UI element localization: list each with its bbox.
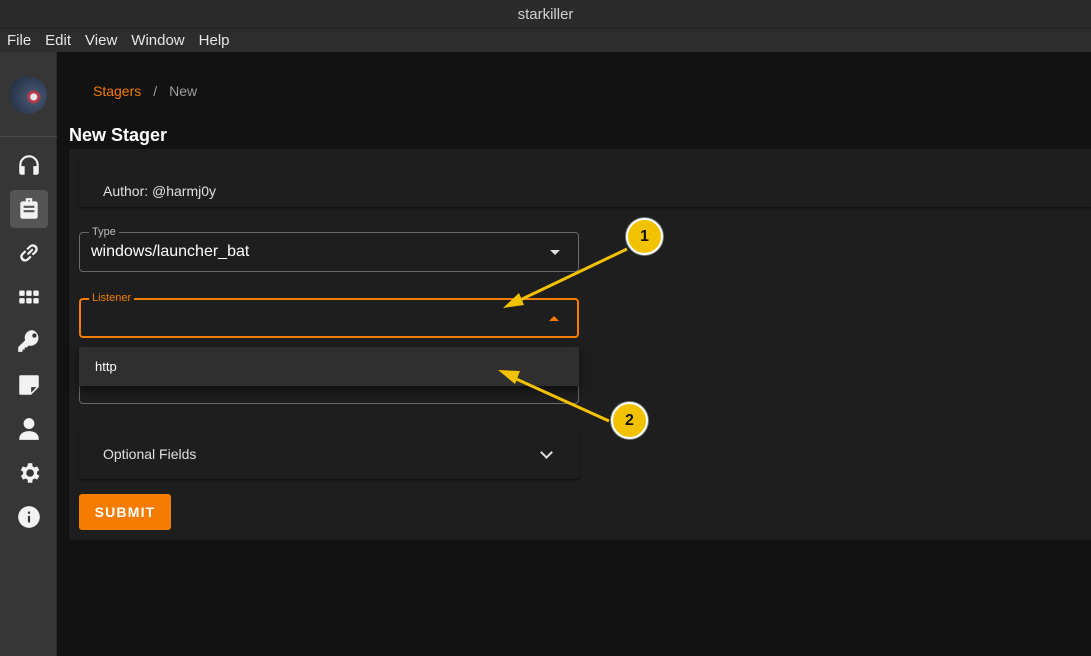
listener-select[interactable]: Listener: [79, 291, 579, 338]
menu-edit[interactable]: Edit: [45, 29, 71, 52]
sidebar-item-about[interactable]: [10, 498, 48, 536]
caret-up-icon: [549, 316, 559, 321]
breadcrumb-stagers-link[interactable]: Stagers: [93, 83, 141, 99]
type-select[interactable]: Type windows/launcher_bat: [79, 225, 579, 272]
sidebar-item-modules[interactable]: [10, 278, 48, 316]
sidebar-item-credentials[interactable]: [10, 322, 48, 360]
annotation-marker-1: 1: [626, 218, 663, 255]
menu-window[interactable]: Window: [131, 29, 184, 52]
optional-fields-label: Optional Fields: [103, 446, 197, 462]
menu-file[interactable]: File: [7, 29, 31, 52]
obscured-field: [79, 386, 579, 404]
optional-fields-panel[interactable]: Optional Fields: [79, 429, 579, 479]
sidebar: [0, 52, 57, 656]
annotation-marker-2: 2: [611, 402, 648, 439]
breadcrumb-current: New: [169, 83, 198, 99]
note-icon: [19, 375, 39, 395]
stager-form-card: Author: @harmj0y Type windows/launcher_b…: [69, 149, 1091, 540]
sidebar-item-agents[interactable]: [10, 234, 48, 272]
type-value: windows/launcher_bat: [91, 243, 250, 260]
author-text: Author: @harmj0y: [103, 183, 217, 199]
listener-dropdown: http: [79, 347, 579, 386]
menu-help[interactable]: Help: [199, 29, 230, 52]
sidebar-item-stagers[interactable]: [10, 190, 48, 228]
menu-view[interactable]: View: [85, 29, 117, 52]
user-icon: [19, 418, 39, 440]
type-label: Type: [89, 225, 119, 239]
breadcrumb: Stagers / New: [93, 83, 197, 99]
sidebar-divider: [0, 136, 57, 137]
submit-button[interactable]: SUBMIT: [79, 494, 171, 530]
author-panel: Author: @harmj0y: [79, 157, 1091, 207]
breadcrumb-separator: /: [153, 83, 158, 99]
caret-down-icon: [550, 250, 560, 255]
key-icon: [18, 330, 39, 352]
info-icon: [18, 506, 40, 528]
headphones-icon: [19, 155, 39, 175]
page-title: New Stager: [69, 125, 168, 145]
sidebar-item-users[interactable]: [10, 410, 48, 448]
link-icon: [20, 244, 38, 262]
grid-icon: [19, 290, 39, 304]
menu-bar: File Edit View Window Help: [0, 29, 1091, 52]
sidebar-item-settings[interactable]: [10, 454, 48, 492]
listener-label: Listener: [89, 291, 135, 305]
gear-icon: [20, 463, 40, 483]
main-content: Stagers / New New Stager Author: @harmj0…: [57, 52, 1091, 656]
briefcase-icon: [20, 198, 38, 219]
chevron-down-icon: [540, 446, 553, 459]
window-title: starkiller: [0, 0, 1091, 29]
sidebar-item-reporting[interactable]: [10, 366, 48, 404]
dropdown-option-http[interactable]: http: [95, 359, 117, 374]
sidebar-item-listeners[interactable]: [10, 146, 48, 184]
avatar[interactable]: [9, 76, 47, 114]
